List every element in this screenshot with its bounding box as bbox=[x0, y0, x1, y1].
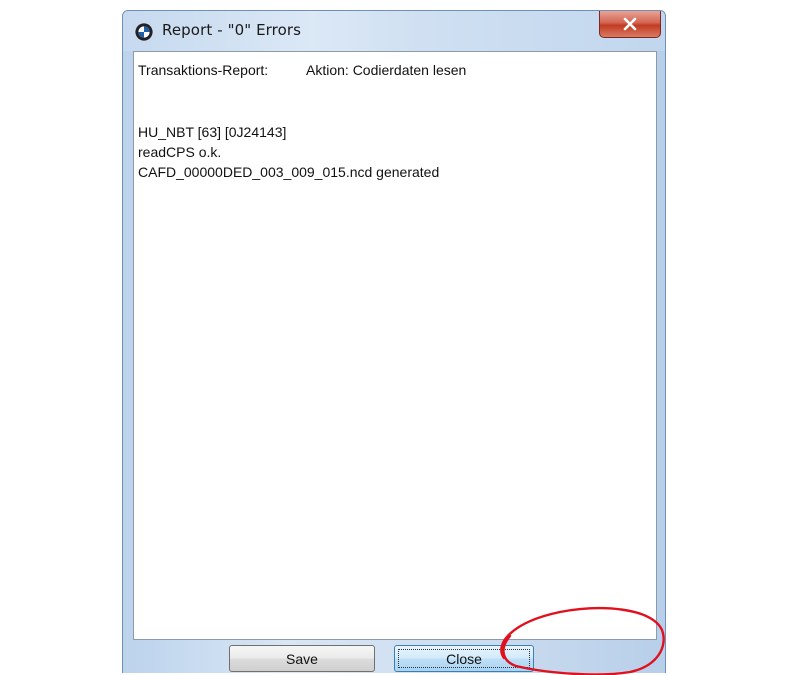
report-dialog: Report - "0" Errors Transaktions-Report:… bbox=[122, 10, 666, 673]
report-line: readCPS o.k. bbox=[138, 144, 222, 160]
bmw-logo-icon bbox=[135, 23, 153, 41]
window-title: Report - "0" Errors bbox=[162, 21, 302, 39]
close-icon bbox=[622, 17, 638, 31]
report-line: CAFD_00000DED_003_009_015.ncd generated bbox=[138, 164, 440, 180]
report-text-area[interactable]: Transaktions-Report: Aktion: Codierdaten… bbox=[133, 51, 657, 640]
save-button[interactable]: Save bbox=[229, 645, 375, 672]
report-header-label: Transaktions-Report: bbox=[138, 62, 269, 78]
report-line: HU_NBT [63] [0J24143] bbox=[138, 124, 287, 140]
close-button-label: Close bbox=[446, 650, 482, 667]
save-button-label: Save bbox=[286, 650, 318, 667]
report-header-action: Aktion: Codierdaten lesen bbox=[306, 62, 467, 78]
close-button[interactable]: Close bbox=[394, 645, 534, 672]
window-close-button[interactable] bbox=[599, 11, 661, 38]
title-bar[interactable]: Report - "0" Errors bbox=[123, 11, 665, 51]
